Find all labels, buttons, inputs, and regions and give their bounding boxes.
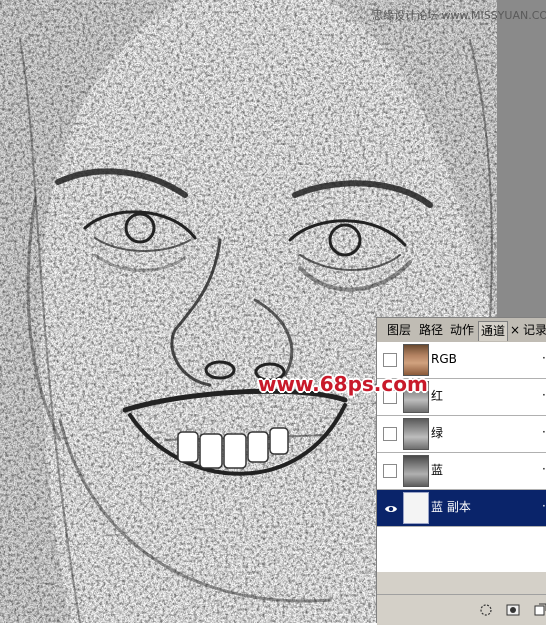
eye-icon xyxy=(385,506,397,512)
channel-thumbnail xyxy=(403,418,429,450)
dotted-circle-icon xyxy=(480,604,492,616)
tab-paths[interactable]: 路径 xyxy=(417,321,445,341)
watermark-text-center: www.68ps.com xyxy=(258,372,428,396)
visibility-toggle[interactable] xyxy=(383,353,397,367)
channel-shortcut: · xyxy=(542,499,546,513)
tab-actions[interactable]: 动作 xyxy=(448,321,476,341)
channel-name: 绿 xyxy=(431,426,444,440)
visibility-toggle[interactable] xyxy=(383,501,397,515)
channel-thumbnail xyxy=(403,492,429,524)
close-tab-icon[interactable]: × xyxy=(510,323,520,337)
tab-layers[interactable]: 图层 xyxy=(385,321,413,341)
mask-icon xyxy=(506,604,520,616)
channel-shortcut: · xyxy=(542,425,546,439)
visibility-toggle[interactable] xyxy=(383,464,397,478)
panel-tab-bar: 图层 路径 动作 通道 × 记录 xyxy=(377,318,546,343)
visibility-toggle[interactable] xyxy=(383,427,397,441)
channel-shortcut: · xyxy=(542,351,546,365)
channel-thumbnail xyxy=(403,455,429,487)
channel-row-green[interactable]: 绿 · xyxy=(377,416,546,453)
channel-name: RGB xyxy=(431,352,457,366)
channel-name: 红 xyxy=(431,389,444,403)
channel-shortcut: · xyxy=(542,462,546,476)
channel-row-blue[interactable]: 蓝 · xyxy=(377,453,546,490)
channels-panel: 图层 路径 动作 通道 × 记录 RGB · 红 · 绿 · 蓝 · 蓝 副本 … xyxy=(376,317,546,625)
channel-row-blue-copy[interactable]: 蓝 副本 · xyxy=(377,490,546,527)
canvas-background-strip xyxy=(497,0,546,320)
new-channel-button[interactable] xyxy=(533,602,546,616)
watermark-text-top: 思缘设计论坛 www.MISSYUAN.COM xyxy=(372,9,546,22)
save-selection-button[interactable] xyxy=(506,602,520,616)
channel-name: 蓝 xyxy=(431,463,444,477)
load-selection-button[interactable] xyxy=(479,602,493,616)
new-channel-icon xyxy=(534,603,546,616)
tab-channels[interactable]: 通道 xyxy=(478,321,509,341)
channel-shortcut: · xyxy=(542,388,546,402)
channel-name: 蓝 副本 xyxy=(431,500,471,514)
tab-history[interactable]: 记录 xyxy=(521,321,546,341)
panel-bottom-toolbar xyxy=(377,594,546,625)
